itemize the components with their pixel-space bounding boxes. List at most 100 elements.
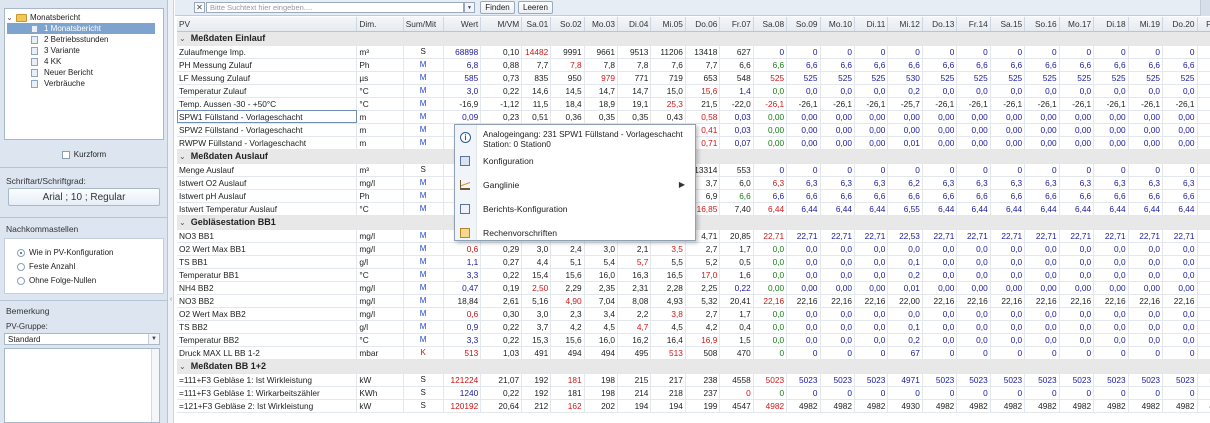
table-row[interactable]: O2 Wert Max BB1 mg/l M 0,6 0,29 3,0 2,4 3,0 2,1 3… xyxy=(177,242,1210,256)
menu-item-ganglinie[interactable]: Ganglinie ▶ xyxy=(455,177,695,193)
group-row[interactable]: ⌄ Meßdaten BB 1+2 xyxy=(177,359,1210,374)
column-header[interactable]: Mi.19 xyxy=(1128,17,1164,32)
radio-button[interactable] xyxy=(17,248,25,257)
chevron-down-icon[interactable]: ⌄ xyxy=(179,152,186,161)
radio-button[interactable] xyxy=(17,276,25,285)
search-input[interactable]: Bitte Suchtext hier eingeben.... xyxy=(206,2,464,13)
table-row[interactable]: Temperatur BB2 °C M 3,3 0,22 15,3 15,6 16,0 16,2… xyxy=(177,333,1210,347)
pv-group-select[interactable]: Standard ▼ xyxy=(4,333,160,345)
table-row[interactable]: LF Messung Zulauf µs M 585 0,73 835 950 979 771 7… xyxy=(177,71,1210,85)
column-header[interactable]: Dim. xyxy=(356,17,404,32)
table-row[interactable]: =111+F3 Gebläse 1: Ist Wirkleistung kW S 12… xyxy=(177,373,1210,387)
day-value-cell xyxy=(1197,386,1210,400)
table-row[interactable]: O2 Wert Max BB2 mg/l M 0,6 0,30 3,0 2,3 3,4 2,2 3… xyxy=(177,307,1210,321)
decimals-option[interactable]: Wie in PV-Konfiguration xyxy=(17,247,114,258)
column-header[interactable]: Di.18 xyxy=(1093,17,1129,32)
table-row[interactable]: NO3 BB2 mg/l M 18,84 2,61 5,16 4,90 7,04 8,08 4,9… xyxy=(177,294,1210,308)
decimals-option[interactable]: Ohne Folge-Nullen xyxy=(17,275,96,286)
table-row[interactable]: Druck MAX LL BB 1-2 mbar K 513 1,03 491 494 494… xyxy=(177,346,1210,360)
day-value-cell: 6,6 xyxy=(1024,58,1060,72)
column-header[interactable]: Sum/Mit xyxy=(403,17,444,32)
column-header[interactable]: So.09 xyxy=(786,17,821,32)
wert-cell: 3,3 xyxy=(443,268,482,282)
column-header[interactable]: Sa.01 xyxy=(521,17,552,32)
search-history-dropdown[interactable]: ▼ xyxy=(464,2,475,13)
pv-name-cell: Istwert pH Auslauf xyxy=(177,189,358,203)
column-header[interactable]: Fr.07 xyxy=(719,17,754,32)
menu-item-konfiguration[interactable]: Konfiguration xyxy=(455,153,695,169)
column-header[interactable]: Mi.12 xyxy=(887,17,923,32)
table-row[interactable]: PH Messung Zulauf Ph M 6,8 0,88 7,7 7,8 7,8 7,8 7… xyxy=(177,58,1210,72)
day-value-cell: 7,40 xyxy=(719,202,754,216)
day-value-cell: 11,5 xyxy=(521,97,552,111)
chevron-down-icon[interactable]: ⌄ xyxy=(179,362,186,371)
table-row[interactable]: =121+F3 Gebläse 2: Ist Wirkleistung kW S 12… xyxy=(177,399,1210,413)
column-header[interactable]: Mi.05 xyxy=(650,17,686,32)
column-header[interactable]: Fr.14 xyxy=(956,17,991,32)
day-value-cell xyxy=(1197,307,1210,321)
table-row[interactable]: =111+F3 Gebläse 1: Wirkarbeitszähler KWh S… xyxy=(177,386,1210,400)
tree-item[interactable]: 3 Variante xyxy=(7,45,155,56)
kurzform-checkbox[interactable] xyxy=(61,150,70,159)
column-header[interactable]: Sa.08 xyxy=(753,17,788,32)
day-value-cell: 0,0 xyxy=(786,268,821,282)
kurzform-row[interactable]: Kurzform xyxy=(0,150,168,159)
column-header[interactable]: PV xyxy=(177,17,358,32)
tree-item[interactable]: 4 KK xyxy=(7,56,155,67)
group-row[interactable]: ⌄ Meßdaten Einlauf xyxy=(177,31,1210,46)
day-value-cell: 491 xyxy=(521,346,552,360)
clear-button[interactable]: Leeren xyxy=(518,1,553,14)
decimals-option[interactable]: Feste Anzahl xyxy=(17,261,75,272)
menu-item-berichts-konfiguration[interactable]: Berichts-Konfiguration xyxy=(455,201,695,217)
menu-item-label: Konfiguration xyxy=(483,156,534,166)
column-header[interactable]: Di.04 xyxy=(617,17,652,32)
tree-item[interactable]: Neuer Bericht xyxy=(7,67,155,78)
column-header[interactable]: Di.11 xyxy=(854,17,889,32)
column-header[interactable]: Do.13 xyxy=(922,17,958,32)
collapse-arrow-icon[interactable]: ‹ xyxy=(168,296,174,303)
day-value-cell: 653 xyxy=(685,71,721,85)
column-header[interactable]: So.16 xyxy=(1024,17,1060,32)
report-icon xyxy=(31,35,38,44)
radio-button[interactable] xyxy=(17,262,25,271)
panel-splitter[interactable]: ‹ xyxy=(168,0,174,423)
table-row[interactable]: Zulaufmenge Imp. m³ S 68898 0,10 14482 9991 966… xyxy=(177,45,1210,59)
clear-x-icon[interactable]: ✕ xyxy=(194,2,205,13)
table-row[interactable]: SPW1 Füllstand - Vorlageschacht m M 0,09 0,2… xyxy=(177,110,1210,124)
chevron-down-icon[interactable]: ▼ xyxy=(148,334,159,344)
column-header[interactable]: Sa.15 xyxy=(990,17,1026,32)
tree-item[interactable]: Verbräuche xyxy=(7,78,155,89)
tree-root[interactable]: ⌄ Monatsbericht xyxy=(5,12,163,23)
font-button[interactable]: Arial ; 10 ; Regular xyxy=(8,188,160,206)
tree-item[interactable]: 1 Monatsbericht xyxy=(7,23,155,34)
tree-item[interactable]: 2 Betriebsstunden xyxy=(7,34,155,45)
chevron-down-icon[interactable]: ⌄ xyxy=(179,218,186,227)
table-row[interactable]: TS BB1 g/l M 1,1 0,27 4,4 5,1 5,4 5,7 5,5 5,2 0,5 0,… xyxy=(177,255,1210,269)
chevron-down-icon[interactable]: ⌄ xyxy=(179,34,186,43)
table-row[interactable]: Temperatur BB1 °C M 3,3 0,22 15,4 15,6 16,0 16,3… xyxy=(177,268,1210,282)
find-button[interactable]: Finden xyxy=(480,1,515,14)
chevron-down-icon[interactable]: ⌄ xyxy=(5,12,14,23)
column-header[interactable]: Mo.03 xyxy=(584,17,619,32)
column-header[interactable]: Mo.10 xyxy=(820,17,855,32)
table-row[interactable]: Temp. Aussen -30 - +50°C °C M -16,9 -1,12 11,… xyxy=(177,97,1210,111)
day-value-cell: 0,00 xyxy=(1128,281,1164,295)
sum-mit-cell: M xyxy=(403,71,444,85)
column-header[interactable]: Do.20 xyxy=(1162,17,1198,32)
menu-item-rechenvorschriften[interactable]: Rechenvorschriften xyxy=(455,225,695,241)
day-value-cell: 0,00 xyxy=(786,110,821,124)
day-value-cell: 0,00 xyxy=(1024,110,1060,124)
day-value-cell: 525 xyxy=(922,71,958,85)
table-row[interactable]: TS BB2 g/l M 0,9 0,22 3,7 4,2 4,5 4,7 4,5 4,2 0,4 0,… xyxy=(177,320,1210,334)
table-row[interactable]: Temperatur Zulauf °C M 3,0 0,22 14,6 14,5 14,7 1… xyxy=(177,84,1210,98)
column-header[interactable]: Fr xyxy=(1197,17,1210,32)
table-row[interactable]: NH4 BB2 mg/l M 0,47 0,19 2,50 2,29 2,35 2,31 2,28… xyxy=(177,281,1210,295)
remark-scrollbar[interactable] xyxy=(151,349,159,422)
remark-textarea[interactable] xyxy=(4,348,160,423)
column-header[interactable]: Mo.17 xyxy=(1059,17,1095,32)
column-header[interactable]: Wert xyxy=(443,17,482,32)
column-header[interactable]: Do.06 xyxy=(685,17,721,32)
column-header[interactable]: M/VM xyxy=(480,17,523,32)
day-value-cell: 0,0 xyxy=(1024,242,1060,256)
column-header[interactable]: So.02 xyxy=(550,17,585,32)
